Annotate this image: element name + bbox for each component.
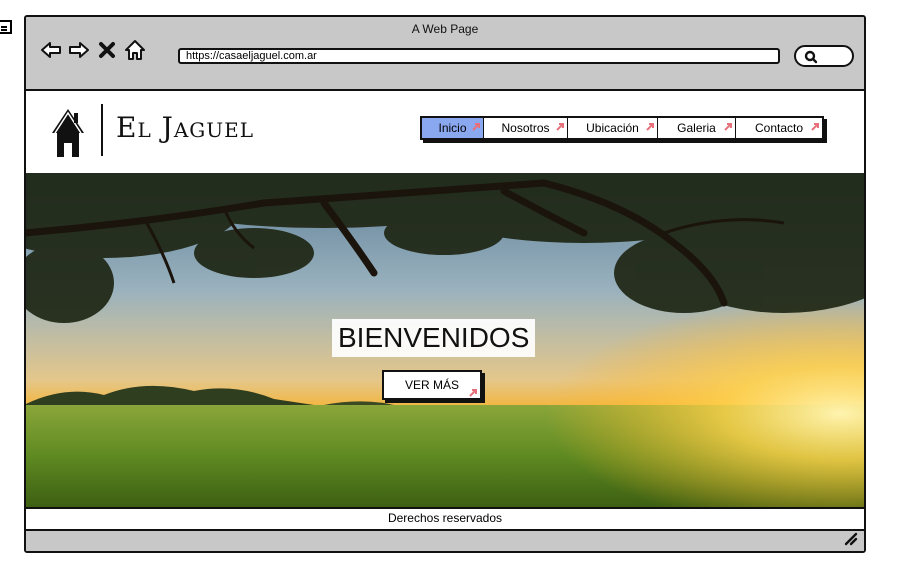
close-icon[interactable] [96, 39, 118, 61]
window-title: A Web Page [411, 22, 479, 36]
link-marker-icon [469, 388, 478, 397]
menu-item-label: Contacto [754, 121, 804, 135]
resize-grip-icon[interactable] [842, 530, 858, 551]
menu-item-inicio[interactable]: Inicio [422, 118, 484, 138]
link-marker-icon [556, 117, 565, 137]
page-content: El Jaguel Inicio Nosotros Ubicación Gale… [26, 89, 864, 551]
corner-doc-icon [0, 20, 12, 34]
link-marker-icon [646, 117, 655, 137]
menu-item-ubicacion[interactable]: Ubicación [568, 118, 658, 138]
menu-item-galeria[interactable]: Galeria [658, 118, 736, 138]
hero-title: BIENVENIDOS [332, 319, 536, 357]
home-icon[interactable] [124, 39, 146, 61]
house-icon [48, 103, 88, 164]
menu-item-label: Ubicación [586, 121, 639, 135]
menu-item-contacto[interactable]: Contacto [736, 118, 822, 138]
link-marker-icon [472, 117, 481, 137]
link-marker-icon [811, 117, 820, 137]
main-menu: Inicio Nosotros Ubicación Galeria Contac… [420, 116, 824, 140]
site-logo-text[interactable]: El Jaguel [116, 111, 254, 144]
address-bar[interactable]: https://casaeljaguel.com.ar [178, 48, 780, 64]
menu-item-label: Nosotros [501, 121, 550, 135]
nav-controls [40, 39, 146, 61]
search-icon [804, 50, 818, 69]
browser-statusbar [26, 529, 864, 551]
browser-titlebar: A Web Page https://casaeljaguel.com.ar [26, 17, 864, 89]
back-arrow-icon[interactable] [40, 39, 62, 61]
logo-divider [101, 104, 103, 156]
site-header: El Jaguel Inicio Nosotros Ubicación Gale… [26, 91, 864, 173]
browser-search-field[interactable] [794, 45, 854, 67]
browser-window: A Web Page https://casaeljaguel.com.ar E… [24, 15, 866, 553]
link-marker-icon [724, 117, 733, 137]
hero-banner: BIENVENIDOS VER MÁS [26, 173, 864, 507]
site-footer: Derechos reservados [26, 507, 864, 529]
ver-mas-button-label: VER MÁS [404, 378, 459, 392]
menu-item-label: Galeria [677, 121, 716, 135]
menu-item-label: Inicio [438, 121, 467, 135]
ver-mas-button[interactable]: VER MÁS [382, 370, 482, 400]
page-canvas: A Web Page https://casaeljaguel.com.ar E… [0, 0, 918, 572]
forward-arrow-icon[interactable] [68, 39, 90, 61]
menu-item-nosotros[interactable]: Nosotros [484, 118, 568, 138]
